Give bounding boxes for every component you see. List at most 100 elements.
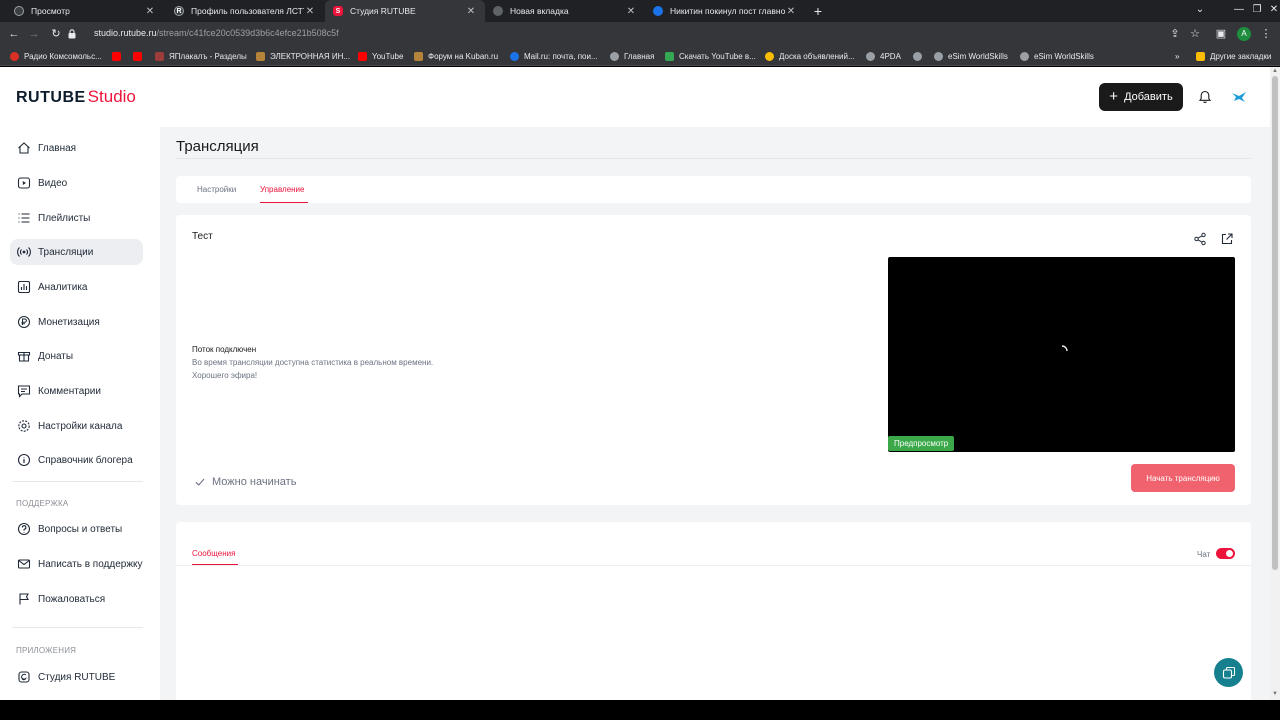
external-link-icon[interactable] — [1220, 232, 1234, 246]
profile-avatar[interactable]: A — [1237, 27, 1251, 41]
bookmark-item[interactable] — [913, 50, 927, 62]
sidebar-item-label: Написать в поддержку — [38, 558, 143, 570]
chat-toggle[interactable] — [1216, 548, 1235, 559]
scroll-down-icon[interactable]: ▼ — [1272, 691, 1278, 697]
sidebar-divider — [12, 481, 143, 482]
support-chat-icon — [1222, 666, 1235, 679]
sidebar-item-video[interactable]: Видео — [10, 170, 143, 196]
rutube-studio-page: RUTUBE Studio + Добавить Главная Видео П… — [0, 67, 1270, 700]
sidebar-item-playlists[interactable]: Плейлисты — [10, 205, 143, 231]
back-arrow-icon[interactable]: ← — [6, 26, 22, 42]
sidebar-item-write-support[interactable]: Написать в поддержку — [10, 551, 143, 577]
browser-tab[interactable]: R Профиль пользователя ЛСТТ ✕ — [166, 0, 324, 22]
question-icon — [17, 522, 31, 536]
bookmark-label: Главная — [624, 51, 655, 61]
tab-messages[interactable]: Сообщения — [192, 549, 235, 558]
browser-tab-title: Никитин покинул пост главного — [670, 6, 785, 16]
browser-menu-icon[interactable]: ⋮ — [1258, 26, 1274, 42]
globe-icon — [1020, 51, 1029, 61]
other-bookmarks[interactable]: Другие закладки — [1196, 50, 1271, 62]
chat-toggle-label: Чат — [1197, 550, 1211, 559]
main-content: Трансляция Настройки Управление Тест Пот… — [160, 127, 1270, 700]
sidebar-item-studio-app[interactable]: Студия RUTUBE — [10, 664, 143, 690]
new-tab-plus-icon[interactable]: + — [810, 3, 826, 19]
close-window-icon[interactable]: ✕ — [1264, 0, 1280, 22]
tab-management[interactable]: Управление — [260, 185, 304, 194]
url-input[interactable]: studio.rutube.ru/stream/c41fce20c0539d3b… — [94, 28, 339, 38]
lock-icon[interactable] — [68, 29, 76, 39]
bookmark-label: Форум на Kuban.ru — [428, 51, 499, 61]
scrollbar-thumb[interactable] — [1272, 76, 1278, 570]
channel-avatar-icon[interactable] — [1230, 88, 1248, 106]
share-page-icon[interactable]: ⇪ — [1167, 26, 1183, 42]
minimize-icon[interactable]: — — [1229, 0, 1249, 22]
close-tab-icon[interactable]: ✕ — [625, 6, 637, 17]
sidebar-item-home[interactable]: Главная — [10, 135, 143, 161]
bookmark-item[interactable]: ЭЛЕКТРОННАЯ ИН... — [256, 50, 350, 62]
stream-preview[interactable]: Предпросмотр — [888, 257, 1235, 452]
start-broadcast-button[interactable]: Начать трансляцию — [1131, 464, 1235, 492]
other-bookmarks-label: Другие закладки — [1210, 51, 1272, 61]
bookmark-item[interactable]: Mail.ru: почта, пои... — [510, 50, 598, 62]
bookmark-item[interactable]: ЯПлакалъ - Разделы — [155, 50, 247, 62]
share-icon[interactable] — [1193, 232, 1207, 246]
favicon-icon: R — [174, 6, 184, 16]
browser-tab[interactable]: Никитин покинул пост главного ✕ — [645, 0, 805, 22]
tab-settings[interactable]: Настройки — [197, 185, 236, 194]
rutube-studio-logo[interactable]: RUTUBE Studio — [16, 87, 136, 107]
page-scrollbar[interactable]: ▲ ▼ — [1270, 67, 1280, 700]
logo-studio: Studio — [87, 87, 136, 106]
browser-tab[interactable]: Новая вкладка ✕ — [485, 0, 645, 22]
close-tab-icon[interactable]: ✕ — [144, 6, 156, 17]
bookmark-item[interactable]: Радио Комсомольс... — [10, 50, 102, 62]
stream-tabs: Настройки Управление — [176, 176, 1251, 203]
help-chat-button[interactable] — [1214, 658, 1243, 687]
favicon-icon — [653, 6, 663, 16]
bookmark-item[interactable]: Форум на Kuban.ru — [414, 50, 498, 62]
bookmark-star-icon[interactable]: ☆ — [1187, 26, 1203, 42]
browser-tab[interactable]: Просмотр ✕ — [6, 0, 164, 22]
side-panel-icon[interactable]: ▣ — [1213, 26, 1229, 42]
bookmark-item[interactable]: Скачать YouTube в... — [665, 50, 756, 62]
globe-icon — [934, 51, 943, 61]
youtube-favicon-icon — [112, 51, 121, 61]
browser-tab-active[interactable]: S Студия RUTUBE ✕ — [325, 0, 485, 22]
bookmark-favicon-icon — [765, 51, 774, 61]
loading-spinner-icon — [1061, 345, 1068, 352]
bookmark-item[interactable]: eSim WorldSkills — [1020, 50, 1094, 62]
sidebar-item-monetization[interactable]: Монетизация — [10, 309, 143, 335]
sidebar-item-channel-settings[interactable]: Настройки канала — [10, 413, 143, 439]
bookmark-item[interactable]: Доска объявлений... — [765, 50, 855, 62]
bookmark-item[interactable]: 4PDA — [866, 50, 901, 62]
preview-badge: Предпросмотр — [888, 436, 955, 451]
sidebar-item-report[interactable]: Пожаловаться — [10, 586, 143, 612]
tab-search-chevron-icon[interactable]: ⌄ — [1190, 0, 1210, 22]
sidebar-item-blogger-guide[interactable]: Справочник блогера — [10, 447, 143, 473]
bookmark-item[interactable]: YouTube — [358, 50, 403, 62]
sidebar-item-broadcasts[interactable]: Трансляции — [10, 239, 143, 265]
ready-status: Можно начинать — [194, 476, 296, 488]
url-host: studio.rutube.ru — [94, 28, 157, 38]
bookmark-item[interactable] — [112, 50, 126, 62]
reload-icon[interactable]: ↻ — [48, 26, 64, 42]
sidebar-item-label: Аналитика — [38, 281, 88, 293]
close-tab-icon[interactable]: ✕ — [304, 6, 316, 17]
add-button[interactable]: + Добавить — [1099, 83, 1183, 111]
bookmark-item[interactable]: eSim WorldSkills — [934, 50, 1008, 62]
sidebar-item-analytics[interactable]: Аналитика — [10, 274, 143, 300]
bookmark-item[interactable]: Главная — [610, 50, 654, 62]
more-bookmarks-icon[interactable]: » — [1175, 50, 1179, 62]
bookmark-favicon-icon — [10, 51, 19, 61]
scroll-up-icon[interactable]: ▲ — [1272, 68, 1278, 74]
forward-arrow-icon[interactable]: → — [26, 26, 42, 42]
bookmark-item[interactable] — [133, 50, 147, 62]
sidebar-item-label: Плейлисты — [38, 212, 91, 224]
close-tab-icon[interactable]: ✕ — [465, 6, 477, 17]
sidebar-item-comments[interactable]: Комментарии — [10, 378, 143, 404]
bookmark-label: Скачать YouTube в... — [679, 51, 756, 61]
close-tab-icon[interactable]: ✕ — [785, 6, 797, 17]
sidebar-item-donations[interactable]: Донаты — [10, 343, 143, 369]
bell-icon[interactable] — [1196, 88, 1214, 106]
sidebar-item-faq[interactable]: Вопросы и ответы — [10, 516, 143, 542]
browser-tab-title: Новая вкладка — [510, 6, 569, 16]
